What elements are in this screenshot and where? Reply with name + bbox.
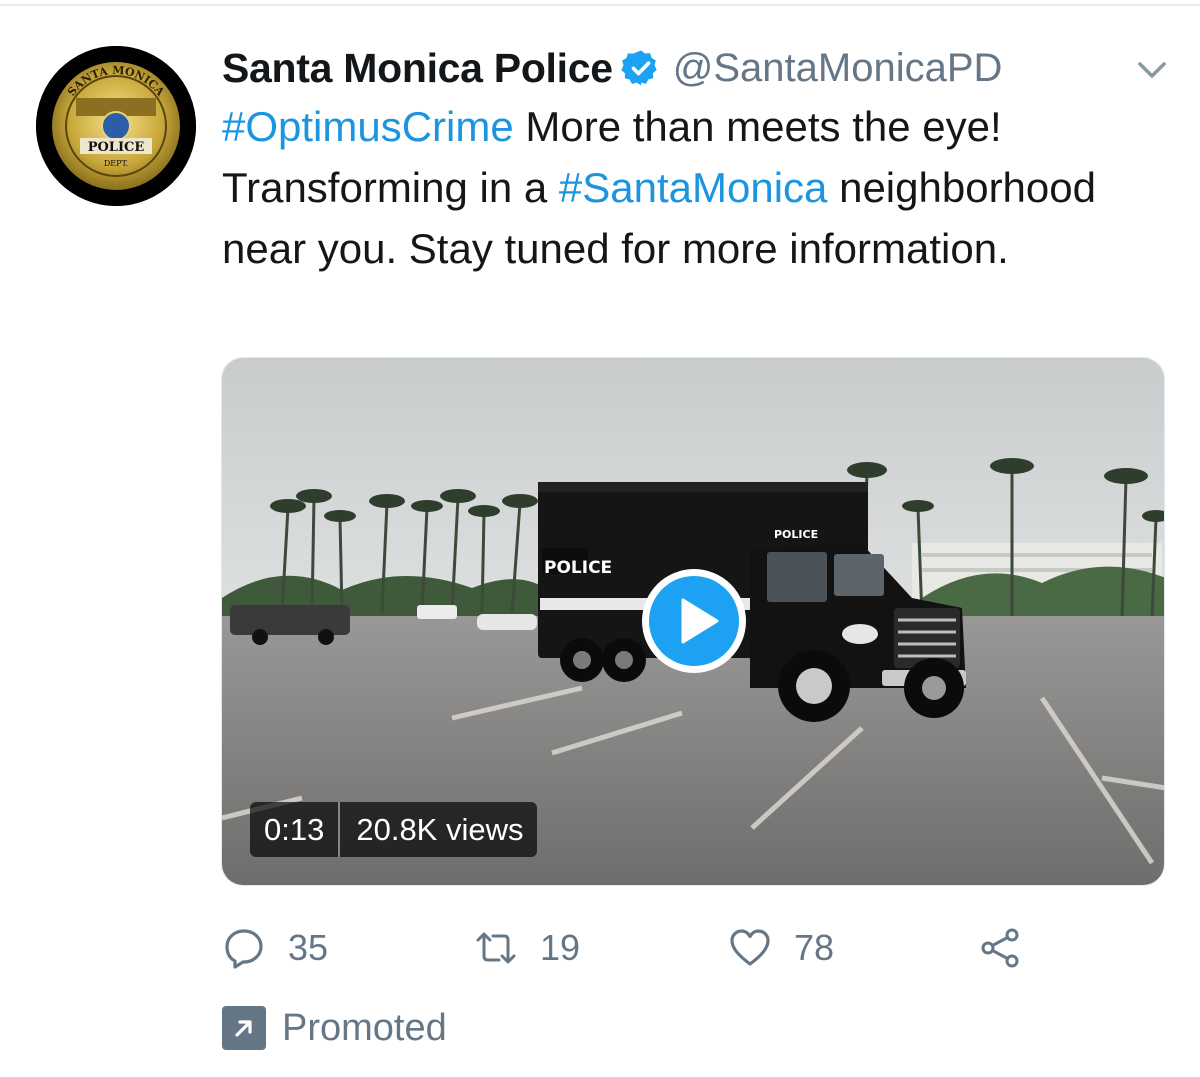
badge-bottom-text: DEPT.: [104, 159, 128, 168]
retweet-count: 19: [540, 927, 581, 968]
tweet-actions: 35 19 78: [222, 918, 1042, 978]
video-duration: 0:13: [264, 811, 325, 847]
truck-side-label: POLICE: [544, 558, 612, 578]
video-stats-overlay: 0:13 20.8K views: [250, 802, 538, 857]
reply-count: 35: [288, 927, 329, 968]
video-view-count: 20.8K views: [356, 811, 524, 847]
promoted-label: Promoted: [282, 1006, 447, 1049]
display-name[interactable]: Santa Monica Police: [222, 45, 613, 92]
tweet-text: #OptimusCrime More than meets the eye! T…: [222, 96, 1172, 279]
play-icon[interactable]: [639, 566, 749, 676]
reply-button[interactable]: 35: [222, 918, 328, 978]
like-button[interactable]: 78: [728, 918, 834, 978]
hashtag-santamonica[interactable]: #SantaMonica: [559, 164, 828, 211]
user-handle[interactable]: @SantaMonicaPD: [673, 46, 1003, 91]
top-divider: [0, 4, 1200, 6]
tweet-header: Santa Monica Police @SantaMonicaPD: [222, 40, 1002, 96]
like-count: 78: [794, 927, 835, 968]
chevron-down-icon[interactable]: [1132, 54, 1172, 86]
badge-center-text: POLICE: [88, 140, 145, 155]
share-icon: [981, 928, 1019, 968]
share-button[interactable]: [978, 918, 1044, 978]
police-badge-image: SANTA MONICA POLICE DEPT.: [36, 46, 196, 206]
retweet-button[interactable]: 19: [474, 918, 580, 978]
video-player[interactable]: POLICE POLICE 0:13 20.8K views: [221, 357, 1165, 886]
promoted-indicator: Promoted: [222, 1004, 447, 1052]
reply-icon: [225, 929, 263, 969]
hashtag-optimuscrime[interactable]: #OptimusCrime: [222, 103, 514, 150]
promoted-arrow-icon: [222, 1006, 266, 1050]
heart-icon: [730, 929, 770, 966]
retweet-icon: [476, 932, 516, 964]
verified-badge-icon: [621, 50, 657, 86]
truck-roof-label: POLICE: [774, 528, 818, 541]
avatar[interactable]: SANTA MONICA POLICE DEPT.: [36, 46, 196, 206]
